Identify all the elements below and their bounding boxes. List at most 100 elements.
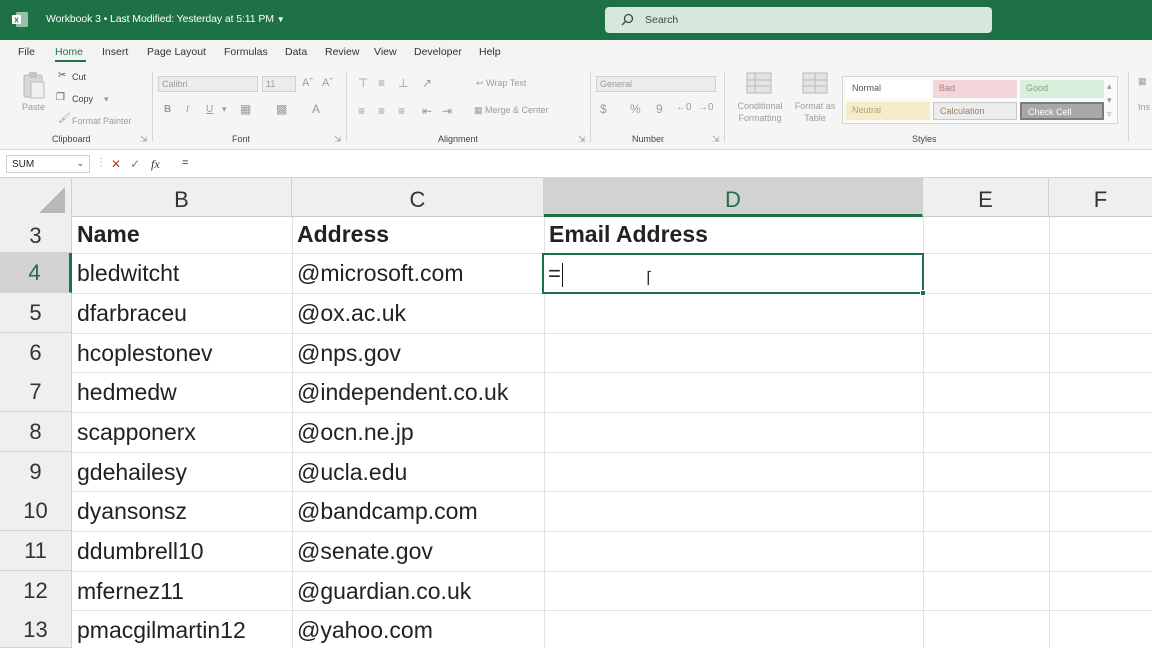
decrease-decimal-icon[interactable]: →0 [698,102,714,113]
cell-c10[interactable]: @bandcamp.com [297,491,478,531]
underline-button[interactable]: U [206,104,213,115]
tab-file[interactable]: File [18,46,35,58]
comma-button[interactable]: 9 [656,102,663,116]
cell-b8[interactable]: scapponerx [77,412,196,452]
copy-dropdown-icon[interactable]: ▾ [104,94,109,105]
row-header-4[interactable]: 4 [0,253,72,293]
align-bottom-icon[interactable]: ⊥ [398,76,408,90]
select-all-button[interactable] [0,178,72,217]
percent-button[interactable]: % [630,102,641,116]
style-normal[interactable]: Normal [846,80,930,98]
cell-c7[interactable]: @independent.co.uk [297,372,508,412]
style-neutral[interactable]: Neutral [846,102,930,120]
cell-b12[interactable]: mfernez11 [77,571,184,611]
cell-c8[interactable]: @ocn.ne.jp [297,412,414,452]
merge-center-button[interactable]: ▦ Merge & Center [474,105,549,116]
conditional-formatting-icon[interactable] [746,72,772,94]
style-good[interactable]: Good [1020,80,1104,98]
conditional-formatting-button[interactable]: Conditional Formatting [733,100,787,124]
fill-color-icon[interactable]: ▩ [276,102,287,116]
bold-button[interactable]: B [164,104,171,115]
cell-c5[interactable]: @ox.ac.uk [297,293,406,333]
cell-c9[interactable]: @ucla.edu [297,452,407,492]
cell-b11[interactable]: ddumbrell10 [77,531,204,571]
align-center-icon[interactable]: ≡ [378,104,385,118]
number-format-select[interactable]: General [596,76,716,92]
cell-b5[interactable]: dfarbraceu [77,293,187,333]
search-box[interactable]: Search [605,7,992,33]
orientation-icon[interactable]: ↗ [422,76,432,90]
paste-icon[interactable] [22,72,46,100]
gallery-scroll-down-icon[interactable]: ▾ [1107,95,1112,106]
cell-b10[interactable]: dyansonsz [77,491,187,531]
cell-b3[interactable]: Name [77,214,140,254]
alignment-launcher-icon[interactable]: ⇲ [578,134,586,145]
align-left-icon[interactable]: ≡ [358,104,365,118]
decrease-indent-icon[interactable]: ⇤ [422,104,432,118]
tab-view[interactable]: View [374,46,397,58]
cell-b4[interactable]: bledwitcht [77,253,179,293]
style-calculation[interactable]: Calculation [933,102,1017,120]
cell-b7[interactable]: hedmedw [77,372,177,412]
font-size-select[interactable]: 11 [262,76,296,92]
cell-c12[interactable]: @guardian.co.uk [297,571,471,611]
cell-b9[interactable]: gdehailesy [77,452,187,492]
increase-indent-icon[interactable]: ⇥ [442,104,452,118]
insert-cells-icon[interactable]: ▦ [1138,76,1147,87]
increase-font-icon[interactable]: Aˆ [302,77,313,89]
decrease-font-icon[interactable]: Aˇ [322,77,333,89]
row-header-8[interactable]: 8 [0,412,72,452]
column-header-b[interactable]: B [72,178,292,217]
format-as-table-icon[interactable] [802,72,828,94]
align-top-icon[interactable]: ⊤ [358,76,368,90]
format-as-table-button[interactable]: Format as Table [790,100,840,124]
wrap-text-button[interactable]: ↩ Wrap Text [476,78,526,89]
row-header-6[interactable]: 6 [0,333,72,373]
column-header-c[interactable]: C [292,178,544,217]
tab-help[interactable]: Help [479,46,501,58]
tab-developer[interactable]: Developer [414,46,462,58]
document-title[interactable]: Workbook 3 • Last Modified: Yesterday at… [46,13,285,25]
tab-formulas[interactable]: Formulas [224,46,268,58]
insert-function-button[interactable]: fx [151,157,160,172]
font-name-select[interactable]: Calibri [158,76,258,92]
row-header-7[interactable]: 7 [0,372,72,412]
tab-insert[interactable]: Insert [102,46,128,58]
style-check-cell[interactable]: Check Cell [1020,102,1104,120]
number-launcher-icon[interactable]: ⇲ [712,134,720,145]
currency-button[interactable]: $ [600,102,607,116]
cut-button[interactable]: Cut [72,72,86,82]
name-box[interactable]: SUM ⌄ [6,155,90,173]
cell-c11[interactable]: @senate.gov [297,531,433,571]
insert-cells-button[interactable]: Ins [1138,102,1150,112]
cell-c6[interactable]: @nps.gov [297,333,401,373]
font-launcher-icon[interactable]: ⇲ [334,134,342,145]
row-header-9[interactable]: 9 [0,452,72,492]
cell-c13[interactable]: @yahoo.com [297,610,433,650]
clipboard-launcher-icon[interactable]: ⇲ [140,134,148,145]
copy-button[interactable]: Copy [72,94,93,104]
style-bad[interactable]: Bad [933,80,1017,98]
column-header-d[interactable]: D [544,178,923,217]
gallery-scroll-up-icon[interactable]: ▴ [1107,81,1112,92]
more-options-icon[interactable]: ⋮ [96,157,106,168]
row-header-12[interactable]: 12 [0,571,72,611]
align-right-icon[interactable]: ≡ [398,104,405,118]
fill-handle[interactable] [920,290,926,296]
row-header-11[interactable]: 11 [0,531,72,571]
cell-d3[interactable]: Email Address [549,214,708,254]
cell-c3[interactable]: Address [297,214,389,254]
cell-b13[interactable]: pmacgilmartin12 [77,610,246,650]
excel-app-icon[interactable]: X [12,12,28,27]
increase-decimal-icon[interactable]: ←0 [676,102,692,113]
row-header-5[interactable]: 5 [0,293,72,333]
align-middle-icon[interactable]: ≡ [378,76,385,90]
format-painter-button[interactable]: Format Painter [72,116,132,126]
row-header-3[interactable]: 3 [0,217,72,253]
column-header-e[interactable]: E [923,178,1049,217]
tab-page-layout[interactable]: Page Layout [147,46,206,58]
borders-icon[interactable]: ▦ [240,102,251,116]
cell-c4[interactable]: @microsoft.com [297,253,463,293]
formula-input[interactable]: = [182,157,188,169]
column-header-f[interactable]: F [1049,178,1152,217]
